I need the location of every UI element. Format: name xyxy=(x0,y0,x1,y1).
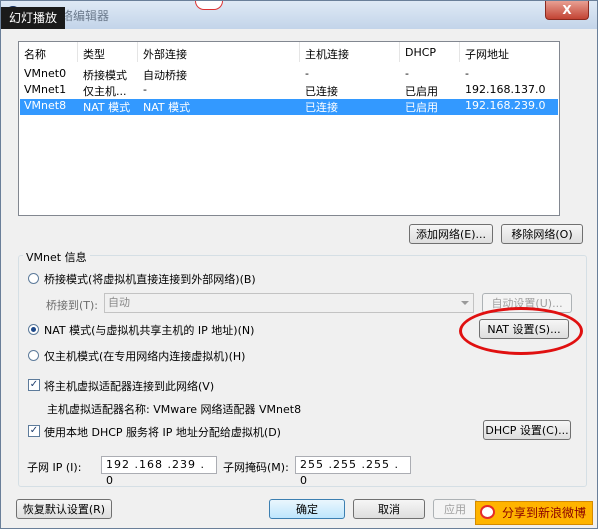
subnet-ip-label: 子网 IP (I): xyxy=(27,461,82,474)
cell-external: - xyxy=(143,83,147,96)
cell-type: 仅主机... xyxy=(83,85,127,98)
connect-adapter-checkbox[interactable]: ✓ xyxy=(28,379,40,391)
cell-external: NAT 模式 xyxy=(143,101,191,114)
column-divider[interactable] xyxy=(459,42,460,62)
column-header-host[interactable]: 主机连接 xyxy=(305,46,349,62)
subnet-mask-field[interactable]: 255 .255 .255 . 0 xyxy=(295,456,411,487)
slideshow-overlay-label[interactable]: 幻灯播放 xyxy=(1,7,66,29)
chevron-down-icon xyxy=(461,301,469,305)
cell-name: VMnet1 xyxy=(24,83,67,96)
share-weibo-button[interactable]: 分享到新浪微博 xyxy=(475,501,593,525)
bridge-to-select[interactable]: 自动 xyxy=(104,293,474,313)
bridge-to-value: 自动 xyxy=(108,296,130,309)
host-only-mode-label[interactable]: 仅主机模式(在专用网络内连接虚拟机)(H) xyxy=(44,348,245,364)
column-divider[interactable] xyxy=(137,42,138,62)
connect-adapter-label[interactable]: 将主机虚拟适配器连接到此网络(V) xyxy=(44,378,214,394)
vmnet-info-group xyxy=(18,255,587,487)
use-dhcp-checkbox[interactable]: ✓ xyxy=(28,425,40,437)
nat-mode-label[interactable]: NAT 模式(与虚拟机共享主机的 IP 地址)(N) xyxy=(44,322,254,338)
apply-button[interactable]: 应用 xyxy=(433,499,477,519)
network-list[interactable]: 名称 类型 外部连接 主机连接 DHCP 子网地址 VMnet0 桥接模式 自动… xyxy=(18,41,560,216)
table-row-selected[interactable]: VMnet8 NAT 模式 NAT 模式 已连接 已启用 192.168.239… xyxy=(20,99,558,115)
share-label: 分享到新浪微博 xyxy=(502,506,587,520)
red-annotation-circle xyxy=(459,307,583,355)
table-row[interactable]: VMnet0 桥接模式 自动桥接 - - - xyxy=(20,67,558,83)
cell-host: 已连接 xyxy=(305,85,338,98)
bridge-to-label: 桥接到(T): xyxy=(46,299,99,312)
add-network-button[interactable]: 添加网络(E)... xyxy=(409,224,493,244)
cell-name: VMnet8 xyxy=(24,99,67,112)
column-header-external[interactable]: 外部连接 xyxy=(143,46,187,62)
weibo-icon xyxy=(195,1,223,10)
table-row[interactable]: VMnet1 仅主机... - 已连接 已启用 192.168.137.0 xyxy=(20,83,558,99)
bridge-mode-radio[interactable] xyxy=(28,273,39,284)
column-header-type[interactable]: 类型 xyxy=(83,46,105,62)
cell-subnet: 192.168.239.0 xyxy=(465,99,546,112)
bridge-mode-label[interactable]: 桥接模式(将虚拟机直接连接到外部网络)(B) xyxy=(44,271,256,287)
cell-dhcp: 已启用 xyxy=(405,101,438,114)
column-divider[interactable] xyxy=(399,42,400,62)
ok-button[interactable]: 确定 xyxy=(269,499,345,519)
nat-mode-radio[interactable] xyxy=(28,324,39,335)
cell-host: 已连接 xyxy=(305,101,338,114)
close-button[interactable]: X xyxy=(545,1,589,20)
cell-type: 桥接模式 xyxy=(83,69,127,82)
column-header-subnet[interactable]: 子网地址 xyxy=(465,46,509,62)
weibo-icon xyxy=(480,505,495,519)
cell-host: - xyxy=(305,67,309,80)
remove-network-button[interactable]: 移除网络(O) xyxy=(501,224,583,244)
column-header-name[interactable]: 名称 xyxy=(24,46,46,62)
cell-type: NAT 模式 xyxy=(83,101,131,114)
cell-dhcp: 已启用 xyxy=(405,85,438,98)
vmnet-info-title: VMnet 信息 xyxy=(23,249,90,265)
virtual-network-editor-window: 虚拟网络编辑器 幻灯播放 X 名称 类型 外部连接 主机连接 DHCP 子网地址… xyxy=(0,0,598,529)
subnet-mask-label: 子网掩码(M): xyxy=(223,461,289,474)
host-only-mode-radio[interactable] xyxy=(28,350,39,361)
cell-external: 自动桥接 xyxy=(143,69,187,82)
restore-defaults-button[interactable]: 恢复默认设置(R) xyxy=(16,499,112,519)
cancel-button[interactable]: 取消 xyxy=(353,499,425,519)
use-dhcp-label[interactable]: 使用本地 DHCP 服务将 IP 地址分配给虚拟机(D) xyxy=(44,424,281,440)
column-divider[interactable] xyxy=(77,42,78,62)
cell-subnet: - xyxy=(465,67,469,80)
cell-dhcp: - xyxy=(405,67,409,80)
column-header-dhcp[interactable]: DHCP xyxy=(405,46,436,59)
column-divider[interactable] xyxy=(299,42,300,62)
cell-name: VMnet0 xyxy=(24,67,67,80)
cell-subnet: 192.168.137.0 xyxy=(465,83,546,96)
adapter-name-text: 主机虚拟适配器名称: VMware 网络适配器 VMnet8 xyxy=(47,403,302,416)
subnet-ip-field[interactable]: 192 .168 .239 . 0 xyxy=(101,456,217,487)
dhcp-settings-button[interactable]: DHCP 设置(C)... xyxy=(483,420,571,440)
title-bar: 虚拟网络编辑器 幻灯播放 X xyxy=(1,1,597,29)
